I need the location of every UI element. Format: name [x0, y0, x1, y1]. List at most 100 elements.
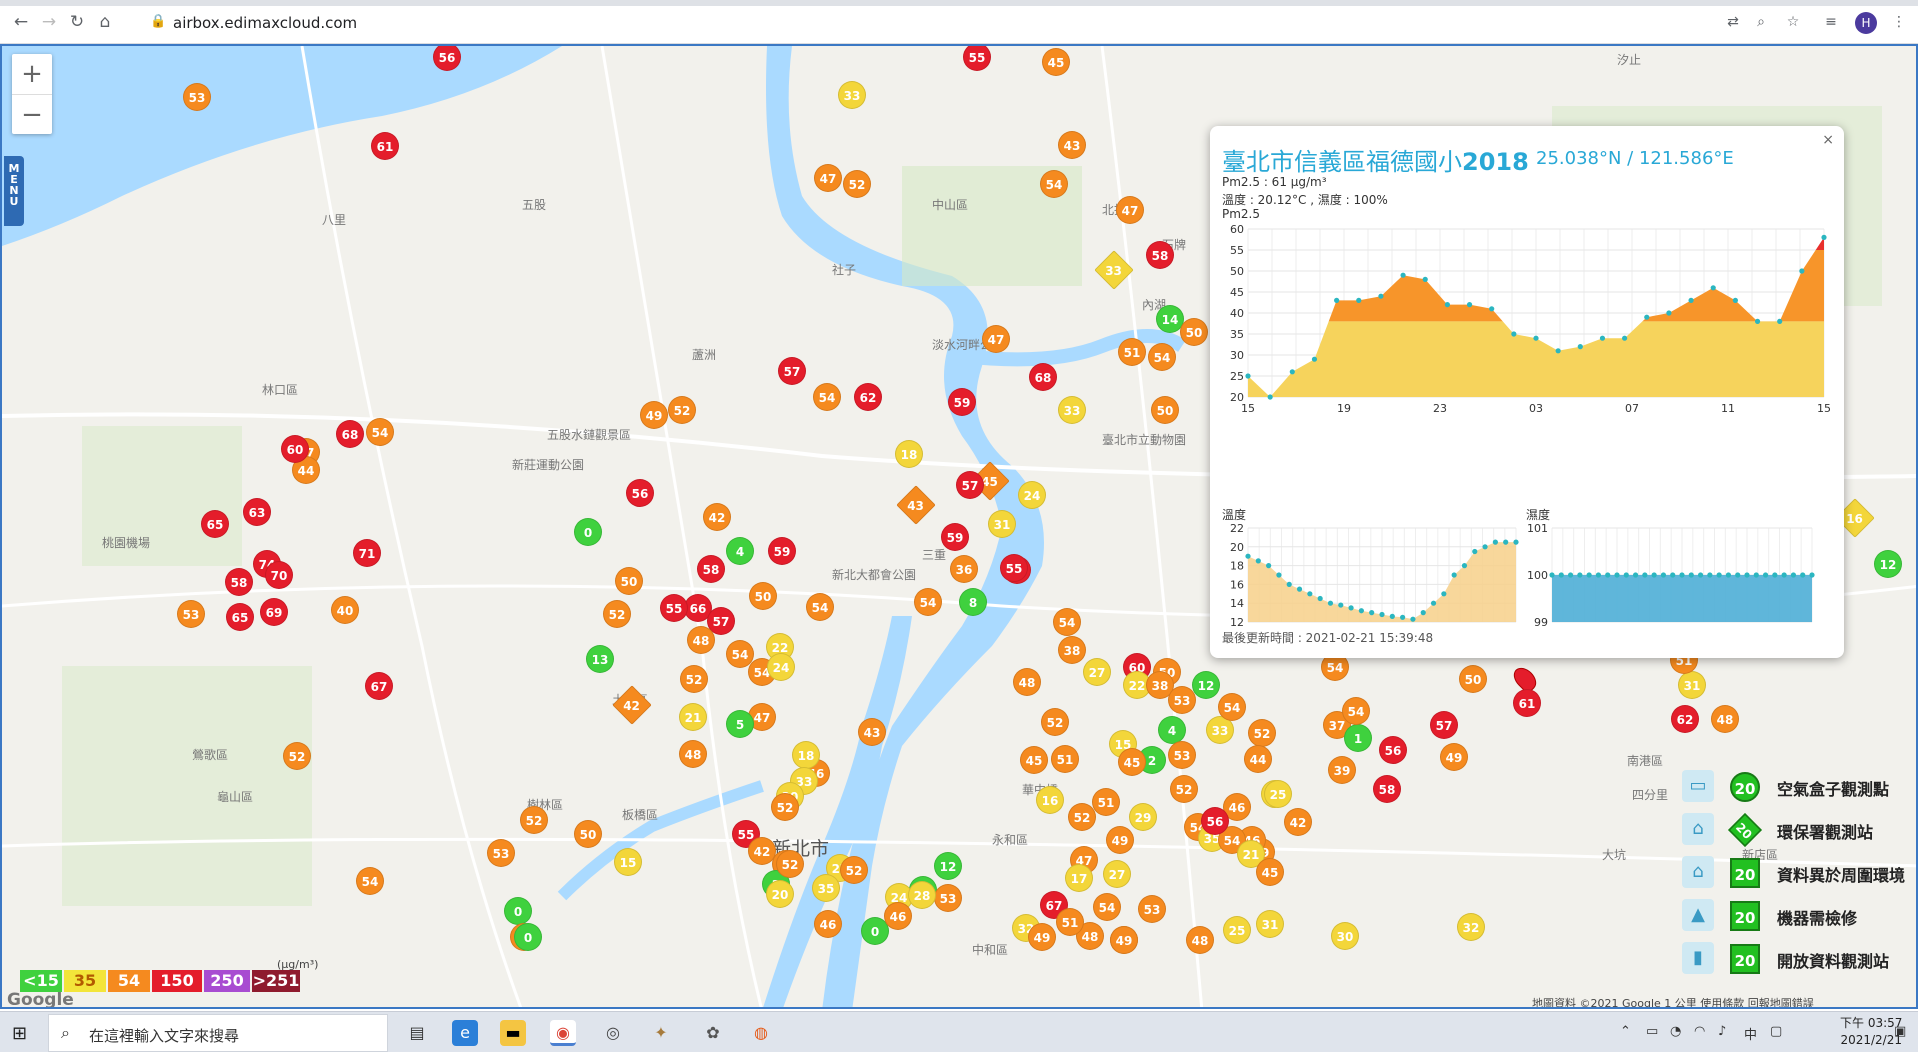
airbox-marker[interactable]: 52 — [843, 170, 871, 198]
airbox-marker[interactable]: 31 — [988, 510, 1016, 538]
airbox-marker[interactable]: 71 — [353, 539, 381, 567]
airbox-marker[interactable]: 32 — [1457, 913, 1485, 941]
airbox-marker[interactable]: 24 — [1018, 481, 1046, 509]
airbox-marker[interactable]: 27 — [1103, 860, 1131, 888]
profile-avatar[interactable]: H — [1855, 12, 1877, 34]
airbox-marker[interactable]: 4 — [1158, 716, 1186, 744]
airbox-marker[interactable]: 58 — [225, 568, 253, 596]
airbox-marker[interactable]: 46 — [884, 902, 912, 930]
airbox-marker[interactable]: 31 — [1678, 671, 1706, 699]
airbox-marker[interactable]: 50 — [1459, 665, 1487, 693]
airbox-marker[interactable]: 25 — [1223, 916, 1251, 944]
tray-wifi-icon[interactable]: ◠ — [1694, 1024, 1705, 1039]
airbox-marker[interactable]: 52 — [1248, 719, 1276, 747]
reload-icon[interactable]: ↻ — [68, 13, 86, 31]
airbox-marker[interactable]: 55 — [660, 594, 688, 622]
airbox-marker[interactable]: 59 — [941, 523, 969, 551]
airbox-marker[interactable]: 52 — [283, 742, 311, 770]
notifications-icon[interactable]: ▣ — [1894, 1024, 1906, 1039]
airbox-marker[interactable]: 56 — [433, 46, 461, 71]
reading-list-icon[interactable]: ≡ — [1822, 13, 1840, 31]
bookmark-star-icon[interactable]: ☆ — [1784, 13, 1802, 31]
airbox-marker[interactable]: 27 — [1083, 658, 1111, 686]
airbox-marker[interactable]: 53 — [1168, 741, 1196, 769]
airbox-marker[interactable]: 50 — [1180, 318, 1208, 346]
zoom-icon[interactable]: ⌕ — [1752, 13, 1770, 31]
airbox-marker[interactable]: 49 — [1028, 923, 1056, 951]
airbox-marker[interactable]: 54 — [1342, 697, 1370, 725]
airbox-marker[interactable]: 57 — [778, 357, 806, 385]
airbox-marker[interactable]: 56 — [626, 479, 654, 507]
airbox-marker[interactable]: 70 — [265, 561, 293, 589]
airbox-marker[interactable]: 48 — [679, 740, 707, 768]
ime-indicator[interactable]: 中 — [1744, 1024, 1757, 1043]
airbox-marker[interactable]: 52 — [520, 806, 548, 834]
airbox-marker[interactable]: 45 — [1042, 48, 1070, 76]
airbox-marker[interactable]: 38 — [1058, 636, 1086, 664]
airbox-marker[interactable]: 18 — [792, 741, 820, 769]
airbox-marker[interactable]: 20 — [766, 880, 794, 908]
airbox-marker[interactable]: 54 — [356, 867, 384, 895]
airbox-marker[interactable]: 48 — [1186, 926, 1214, 954]
airbox-marker[interactable]: 31 — [1256, 910, 1284, 938]
airbox-marker[interactable]: 36 — [950, 555, 978, 583]
airbox-marker[interactable]: 62 — [854, 383, 882, 411]
airbox-marker[interactable]: 61 — [371, 132, 399, 160]
airbox-marker[interactable]: 57 — [1430, 711, 1458, 739]
airbox-marker[interactable]: 55 — [1000, 554, 1028, 582]
airbox-marker[interactable]: 54 — [1093, 893, 1121, 921]
airbox-marker[interactable]: 8 — [959, 588, 987, 616]
airbox-marker[interactable]: 25 — [1264, 780, 1292, 808]
airbox-marker[interactable]: 51 — [1092, 788, 1120, 816]
airbox-marker[interactable]: 43 — [1058, 131, 1086, 159]
address-bar[interactable]: 🔒 airbox.edimaxcloud.com — [140, 11, 1400, 35]
airbox-marker[interactable]: 52 — [668, 396, 696, 424]
airbox-marker[interactable]: 17 — [1065, 864, 1093, 892]
airbox-marker[interactable]: 49 — [1110, 926, 1138, 954]
airbox-marker[interactable]: 30 — [1331, 922, 1359, 950]
airbox-marker[interactable]: 1 — [1344, 724, 1372, 752]
airbox-marker[interactable]: 51 — [1118, 338, 1146, 366]
airbox-marker[interactable]: 46 — [814, 910, 842, 938]
airbox-marker[interactable]: 0 — [574, 518, 602, 546]
airbox-marker[interactable]: 54 — [366, 418, 394, 446]
airbox-marker[interactable]: 50 — [574, 820, 602, 848]
airbox-marker[interactable]: 54 — [1040, 170, 1068, 198]
windows-start-icon[interactable]: ⊞ — [12, 1023, 32, 1044]
airbox-marker[interactable]: 48 — [1013, 668, 1041, 696]
chrome-icon[interactable]: ◉ — [550, 1020, 576, 1046]
airbox-marker[interactable]: 63 — [243, 498, 271, 526]
airbox-marker[interactable]: 54 — [914, 588, 942, 616]
airbox-marker[interactable]: 47 — [1116, 196, 1144, 224]
tray-battery-icon[interactable]: ▭ — [1646, 1024, 1658, 1039]
back-icon[interactable]: ← — [12, 13, 30, 31]
airbox-marker[interactable]: 21 — [679, 703, 707, 731]
airbox-marker[interactable]: 68 — [1029, 363, 1057, 391]
airbox-marker[interactable]: 53 — [1168, 686, 1196, 714]
airbox-marker[interactable]: 58 — [1373, 775, 1401, 803]
airbox-marker[interactable]: 59 — [948, 388, 976, 416]
airbox-marker[interactable]: 12 — [934, 852, 962, 880]
close-icon[interactable]: × — [1822, 132, 1834, 148]
tray-network-icon[interactable]: ◔ — [1670, 1024, 1681, 1039]
airbox-marker[interactable]: 58 — [1146, 241, 1174, 269]
airbox-marker[interactable]: 35 — [812, 874, 840, 902]
airbox-marker[interactable]: 53 — [177, 600, 205, 628]
airbox-marker[interactable]: 50 — [615, 567, 643, 595]
edge-icon[interactable]: e — [452, 1020, 478, 1046]
airbox-marker[interactable]: 48 — [1711, 705, 1739, 733]
airbox-marker[interactable]: 4 — [726, 537, 754, 565]
home-icon[interactable]: ⌂ — [96, 13, 114, 31]
airbox-marker[interactable]: 54 — [806, 593, 834, 621]
airbox-marker[interactable]: 67 — [365, 672, 393, 700]
airbox-marker[interactable]: 18 — [895, 440, 923, 468]
airbox-marker[interactable]: 51 — [1056, 908, 1084, 936]
airbox-marker[interactable]: 51 — [1051, 745, 1079, 773]
more-menu-icon[interactable]: ⋮ — [1890, 13, 1908, 31]
airbox-marker[interactable]: 16 — [1036, 786, 1064, 814]
airbox-marker[interactable]: 12 — [1874, 550, 1902, 578]
airbox-marker[interactable]: 54 — [1218, 693, 1246, 721]
airbox-marker[interactable]: 52 — [680, 665, 708, 693]
airbox-marker[interactable]: 45 — [1020, 746, 1048, 774]
airbox-marker[interactable]: 65 — [226, 603, 254, 631]
